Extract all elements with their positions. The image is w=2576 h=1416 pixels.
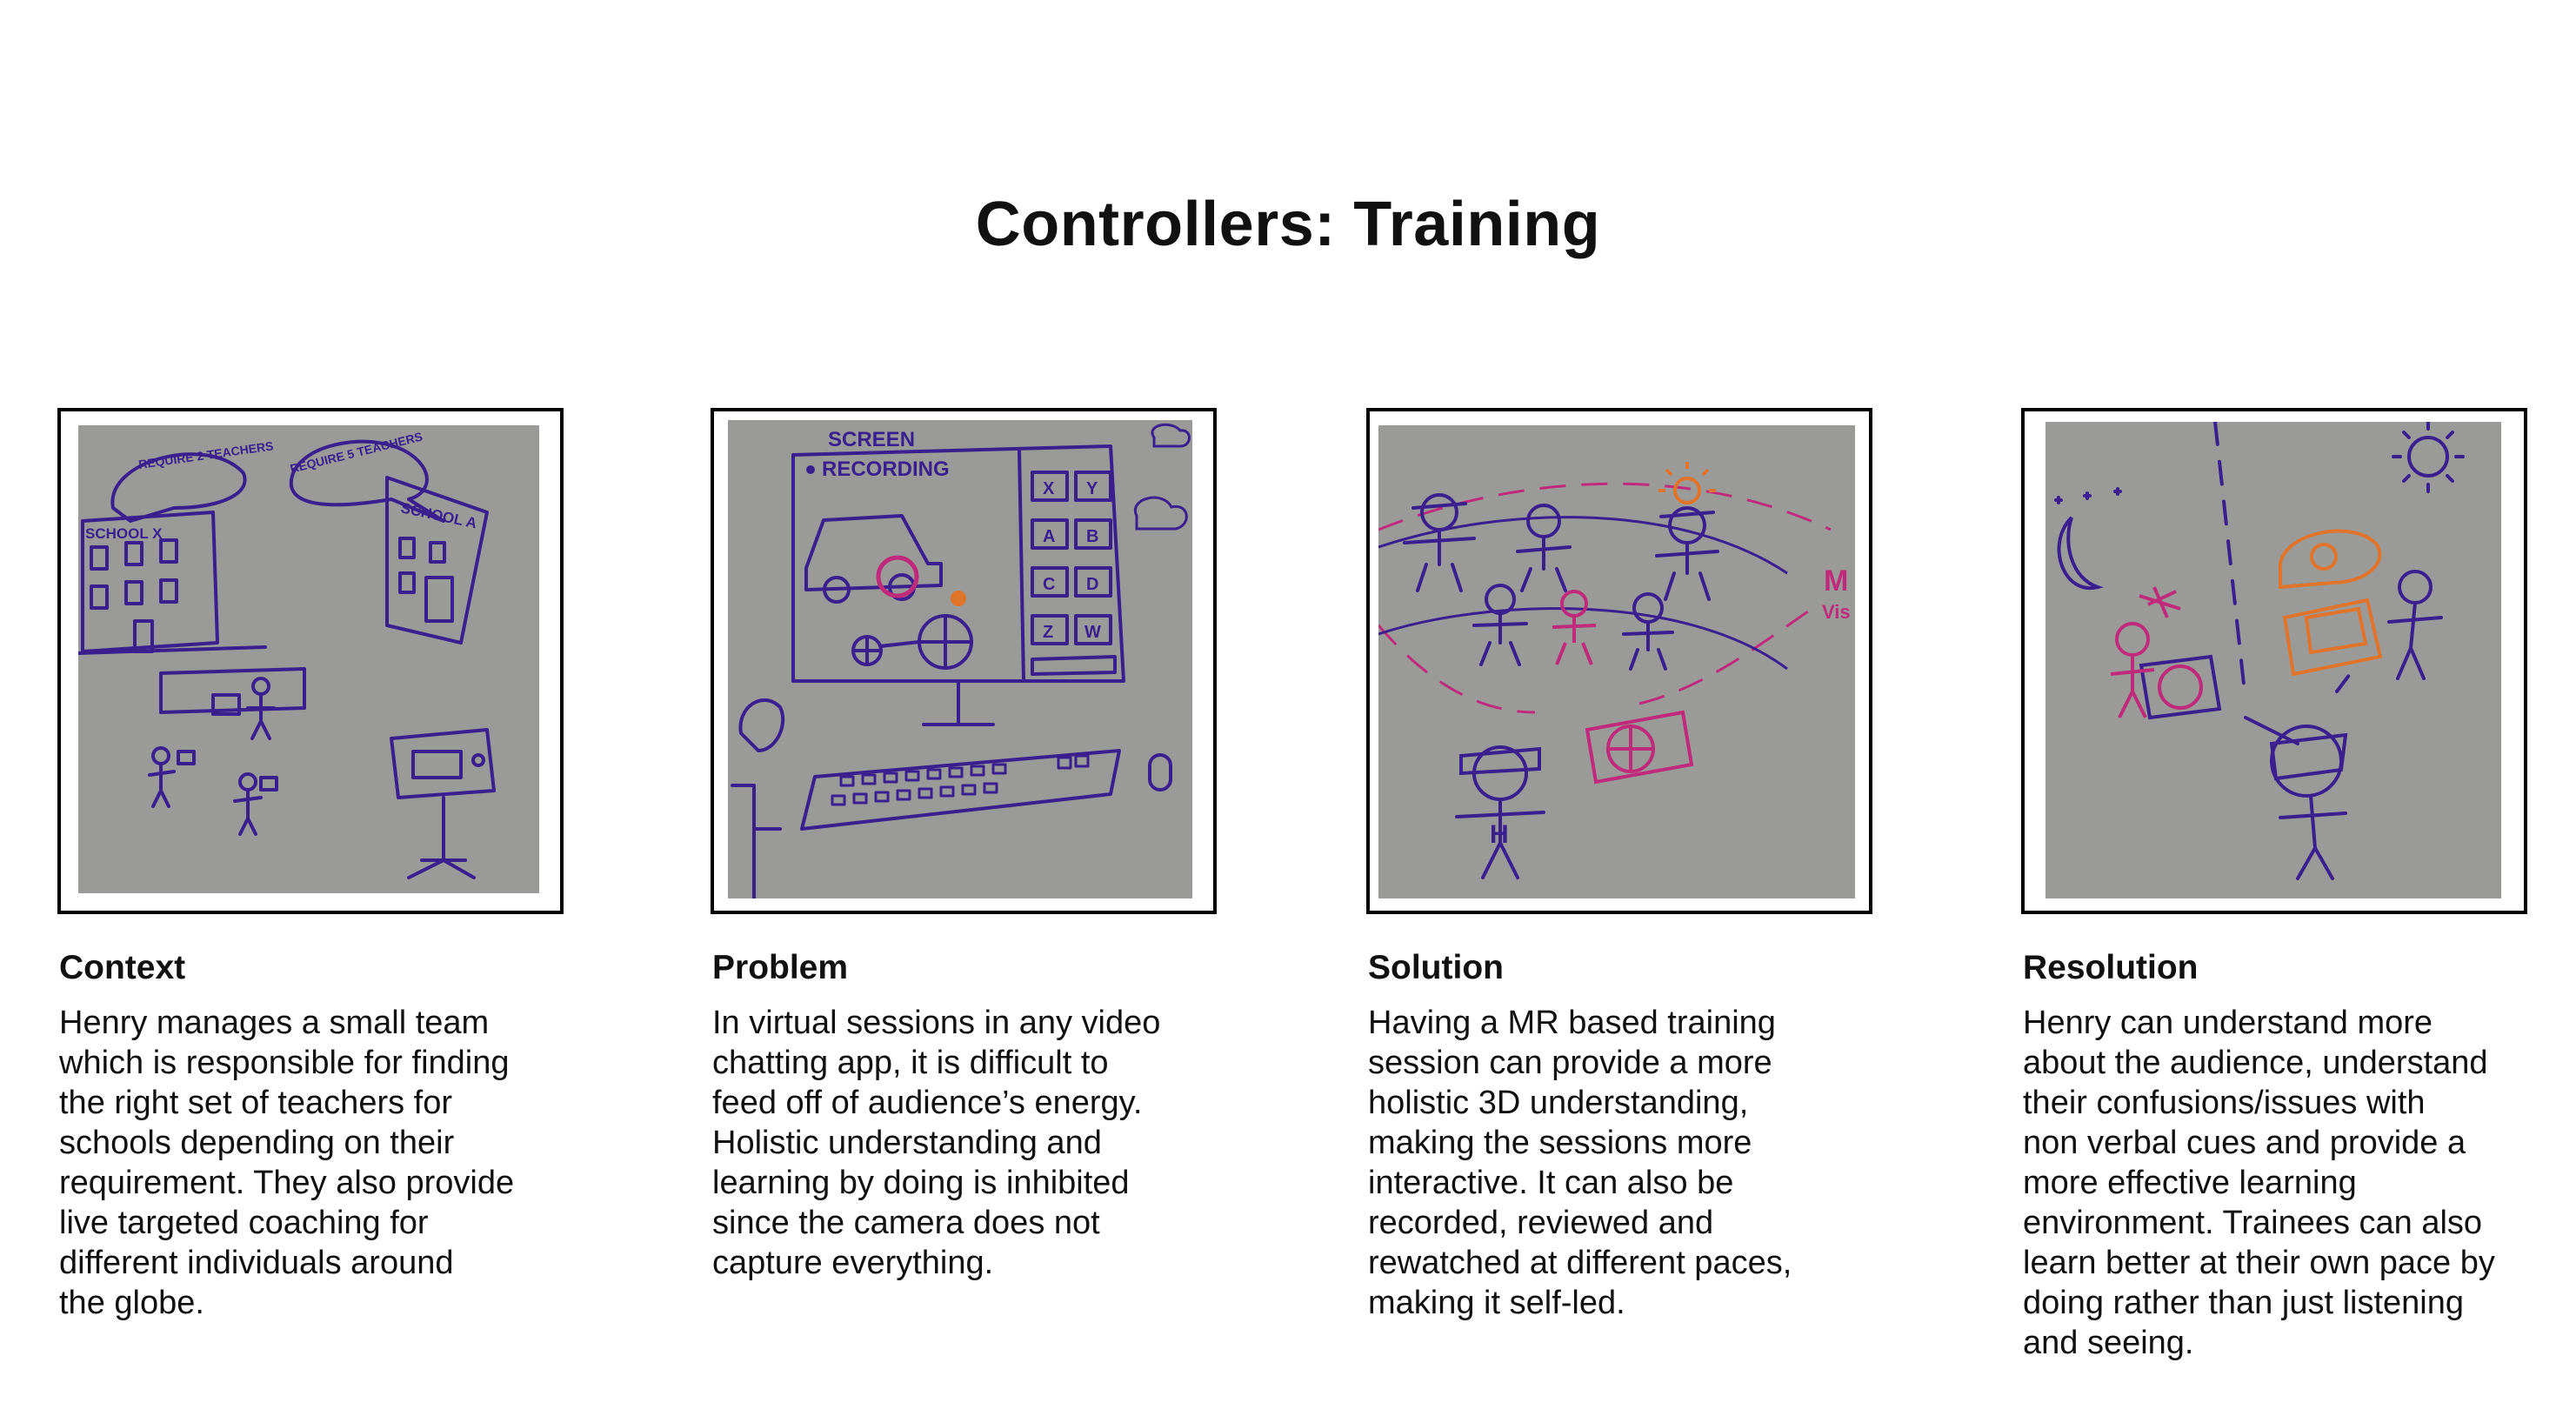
image-frame: M Vis H [1366, 408, 1872, 914]
problem-key-b: B [1086, 527, 1098, 546]
problem-label-screen: SCREEN [828, 428, 915, 451]
context-label-require2: REQUIRE 2 TEACHERS [137, 438, 274, 471]
problem-key-y: Y [1086, 479, 1098, 498]
problem-key-z: Z [1043, 623, 1053, 642]
context-body: Henry manages a small team which is resp… [59, 1005, 515, 1321]
panel-problem: SCREEN RECORDING X Y A B C D Z W Problem… [711, 408, 1217, 1281]
problem-label-recording: RECORDING [822, 458, 950, 481]
image-frame: REQUIRE 2 TEACHERS REQUIRE 5 TEACHERS SC… [57, 408, 564, 914]
context-sketch-drawing: REQUIRE 2 TEACHERS REQUIRE 5 TEACHERS SC… [78, 430, 496, 879]
problem-key-w: W [1084, 623, 1101, 642]
problem-key-c: C [1043, 575, 1055, 594]
problem-key-x: X [1043, 479, 1055, 498]
panel-solution: M Vis H Solution Having a MR based train… [1366, 408, 1872, 1321]
context-heading: Context [59, 949, 186, 986]
image-frame: SCREEN RECORDING X Y A B C D Z W [711, 408, 1217, 914]
context-label-require5: REQUIRE 5 TEACHERS [289, 430, 424, 476]
solution-sketch: M Vis H [1378, 425, 1855, 898]
solution-label-h: H [1490, 820, 1509, 849]
page-title: Controllers: Training [975, 190, 1601, 259]
problem-key-a: A [1043, 527, 1055, 546]
resolution-heading: Resolution [2023, 949, 2199, 986]
resolution-sketch [2045, 422, 2501, 898]
problem-heading: Problem [712, 949, 849, 986]
solution-sketch-drawing: M Vis H [1378, 462, 1851, 879]
resolution-sketch-drawing [2054, 422, 2465, 880]
solution-label-vis: Vis [1822, 601, 1851, 623]
problem-sketch: SCREEN RECORDING X Y A B C D Z W [728, 420, 1192, 898]
context-label-school-x: SCHOOL X [85, 525, 163, 542]
context-sketch: REQUIRE 2 TEACHERS REQUIRE 5 TEACHERS SC… [78, 425, 539, 893]
problem-key-d: D [1086, 575, 1098, 594]
panel-resolution: Resolution Henry can understand more abo… [2021, 408, 2527, 1361]
solution-label-m: M [1824, 564, 1848, 598]
panel-context: REQUIRE 2 TEACHERS REQUIRE 5 TEACHERS SC… [57, 408, 564, 1321]
problem-sketch-drawing: SCREEN RECORDING X Y A B C D Z W [731, 423, 1191, 898]
resolution-body: Henry can understand more about the audi… [2023, 1005, 2495, 1361]
solution-body: Having a MR based training session can p… [1368, 1005, 1792, 1321]
image-frame [2021, 408, 2527, 914]
solution-heading: Solution [1368, 949, 1504, 986]
problem-body: In virtual sessions in any video chattin… [712, 1005, 1161, 1281]
